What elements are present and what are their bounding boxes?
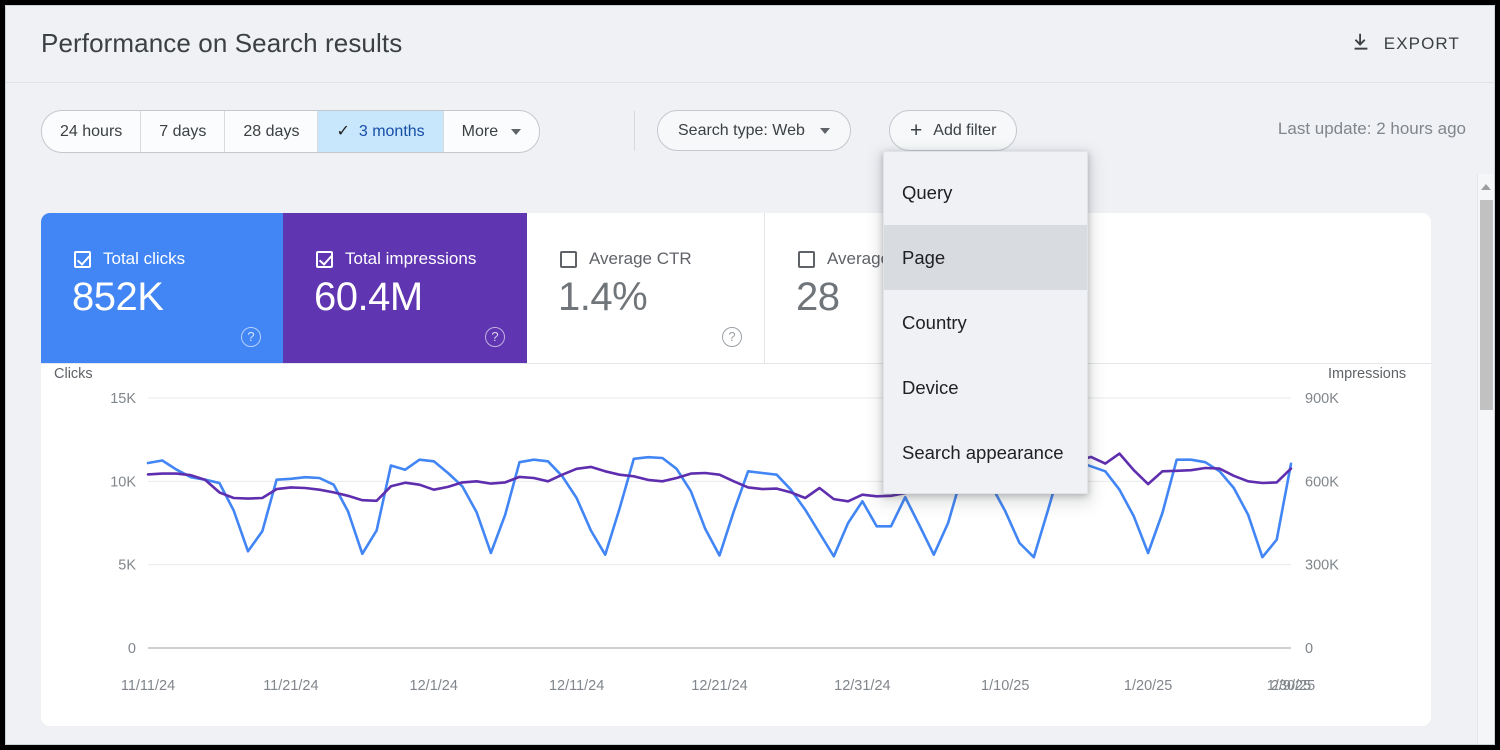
svg-text:12/1/24: 12/1/24	[410, 678, 458, 694]
search-type-filter-button[interactable]: Search type: Web	[657, 110, 851, 151]
range-label: 28 days	[243, 123, 299, 141]
metric-label: Average CTR	[589, 249, 692, 269]
performance-chart-card: Total clicks 852K ? Total impressions 60…	[41, 213, 1431, 726]
checkbox-average-position[interactable]	[798, 251, 815, 268]
chevron-down-icon	[820, 128, 830, 134]
help-icon[interactable]: ?	[722, 327, 742, 347]
svg-text:12/21/24: 12/21/24	[691, 678, 747, 694]
help-icon[interactable]: ?	[241, 327, 261, 347]
menu-item-search-appearance[interactable]: Search appearance	[884, 420, 1087, 485]
chevron-down-icon	[511, 129, 521, 135]
export-button[interactable]: EXPORT	[1344, 26, 1466, 62]
chart-svg: Clicks Impressions 0 5K 10K 15K 0 300K 600K 900K 1…	[41, 363, 1431, 726]
metric-cards-row: Total clicks 852K ? Total impressions 60…	[41, 213, 1431, 364]
svg-text:Clicks: Clicks	[54, 366, 93, 382]
panel-header: Performance on Search results EXPORT	[6, 6, 1494, 83]
date-range-segmented-control: 24 hours 7 days 28 days ✓ 3 months More	[41, 110, 540, 153]
performance-line-chart: Clicks Impressions 0 5K 10K 15K 0 300K 600K 900K 1…	[41, 363, 1431, 726]
range-option-24-hours[interactable]: 24 hours	[42, 111, 141, 152]
metric-header: Total impressions	[316, 249, 476, 269]
metric-header: Average CTR	[560, 249, 692, 269]
metric-value: 60.4M	[314, 275, 423, 320]
svg-text:Impressions: Impressions	[1328, 366, 1406, 382]
filter-toolbar: 24 hours 7 days 28 days ✓ 3 months More …	[6, 83, 1494, 175]
checkbox-total-clicks[interactable]	[74, 251, 91, 268]
svg-text:0: 0	[128, 641, 136, 657]
metric-value: 1.4%	[558, 275, 647, 320]
metric-value: 28	[796, 275, 840, 320]
export-label: EXPORT	[1384, 34, 1460, 54]
menu-item-page[interactable]: Page	[884, 225, 1087, 290]
range-option-more[interactable]: More	[444, 111, 539, 152]
svg-text:900K: 900K	[1305, 391, 1339, 407]
svg-text:5K: 5K	[118, 558, 136, 574]
range-option-7-days[interactable]: 7 days	[141, 111, 225, 152]
menu-item-label: Query	[902, 182, 952, 204]
scrollbar-thumb[interactable]	[1480, 200, 1493, 410]
svg-text:300K: 300K	[1305, 558, 1339, 574]
range-label: 24 hours	[60, 123, 122, 141]
range-label: More	[462, 123, 498, 141]
svg-text:15K: 15K	[110, 391, 136, 407]
add-filter-dropdown-menu: Query Page Country Device Search appeara…	[883, 151, 1088, 494]
menu-item-label: Search appearance	[902, 442, 1063, 464]
last-update-text: Last update: 2 hours ago	[1278, 119, 1466, 139]
menu-item-label: Device	[902, 377, 959, 399]
svg-text:11/21/24: 11/21/24	[263, 678, 318, 694]
toolbar-divider	[634, 111, 635, 151]
svg-text:1/20/25: 1/20/25	[1124, 678, 1172, 694]
svg-text:2/9/25: 2/9/25	[1271, 678, 1311, 694]
plus-icon: +	[910, 120, 922, 141]
vertical-scrollbar[interactable]	[1477, 174, 1494, 744]
menu-item-country[interactable]: Country	[884, 290, 1087, 355]
search-console-performance-panel: Performance on Search results EXPORT 24 …	[5, 5, 1495, 745]
svg-text:600K: 600K	[1305, 474, 1339, 490]
checkbox-total-impressions[interactable]	[316, 251, 333, 268]
svg-text:11/11/24: 11/11/24	[121, 678, 175, 694]
add-filter-label: Add filter	[933, 122, 996, 140]
svg-text:12/31/24: 12/31/24	[834, 678, 890, 694]
page-title: Performance on Search results	[41, 28, 402, 59]
download-icon	[1350, 31, 1372, 58]
range-label: 7 days	[159, 123, 206, 141]
add-filter-button[interactable]: + Add filter	[889, 110, 1017, 151]
metric-header: Total clicks	[74, 249, 185, 269]
menu-item-query[interactable]: Query	[884, 160, 1087, 225]
svg-text:1/10/25: 1/10/25	[981, 678, 1029, 694]
range-option-3-months[interactable]: ✓ 3 months	[318, 111, 443, 152]
metric-card-average-ctr[interactable]: Average CTR 1.4% ?	[527, 213, 765, 363]
metric-card-total-clicks[interactable]: Total clicks 852K ?	[41, 213, 283, 363]
range-option-28-days[interactable]: 28 days	[225, 111, 318, 152]
metric-label: Total impressions	[345, 249, 476, 269]
scroll-up-arrow-icon[interactable]	[1478, 178, 1494, 194]
menu-item-label: Page	[902, 247, 945, 269]
metric-card-total-impressions[interactable]: Total impressions 60.4M ?	[283, 213, 527, 363]
check-icon: ✓	[336, 124, 349, 140]
search-type-label: Search type: Web	[678, 122, 805, 140]
svg-text:10K: 10K	[110, 474, 136, 490]
menu-item-device[interactable]: Device	[884, 355, 1087, 420]
metric-value: 852K	[72, 275, 163, 320]
menu-item-label: Country	[902, 312, 967, 334]
range-label: 3 months	[359, 123, 425, 141]
help-icon[interactable]: ?	[485, 327, 505, 347]
metric-label: Total clicks	[103, 249, 185, 269]
svg-text:0: 0	[1305, 641, 1313, 657]
svg-text:12/11/24: 12/11/24	[549, 678, 604, 694]
checkbox-average-ctr[interactable]	[560, 251, 577, 268]
